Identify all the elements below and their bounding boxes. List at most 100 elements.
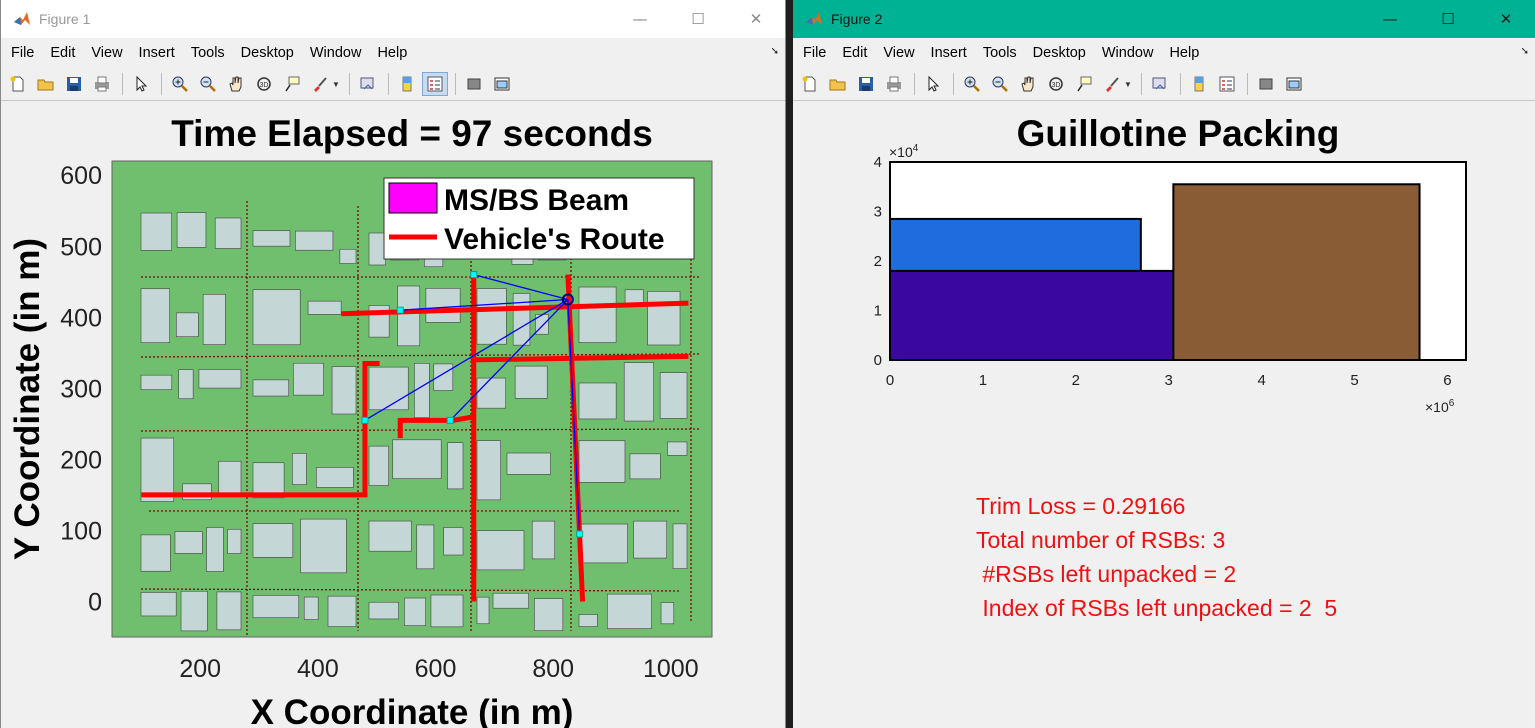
print-icon[interactable]: [89, 72, 115, 96]
building: [623, 362, 654, 422]
rotate-3d-icon[interactable]: 3D: [1043, 72, 1069, 96]
hide-plot-tools-icon[interactable]: [1253, 72, 1279, 96]
new-figure-icon[interactable]: [5, 72, 31, 96]
colorbar-icon[interactable]: [1186, 72, 1212, 96]
maximize-button[interactable]: ☐: [1419, 0, 1477, 38]
show-plot-tools-icon[interactable]: [489, 72, 515, 96]
y-tick-label: 0: [874, 352, 882, 369]
menu-file[interactable]: File: [1, 45, 42, 61]
building: [476, 377, 507, 409]
zoom-in-icon[interactable]: [167, 72, 193, 96]
close-button[interactable]: ✕: [1477, 0, 1535, 38]
svg-text:3D: 3D: [260, 82, 269, 89]
vehicle-marker: [576, 530, 584, 538]
menu-desktop[interactable]: Desktop: [1025, 45, 1094, 61]
menu-desktop[interactable]: Desktop: [233, 45, 302, 61]
toolbar-separator: [387, 73, 389, 95]
data-cursor-icon[interactable]: [279, 72, 305, 96]
menu-insert[interactable]: Insert: [131, 45, 183, 61]
zoom-in-icon[interactable]: [959, 72, 985, 96]
brush-icon[interactable]: [1099, 72, 1125, 96]
colorbar-icon[interactable]: [394, 72, 420, 96]
figure2-titlebar[interactable]: Figure 2 — ☐ ✕: [793, 0, 1535, 38]
building: [414, 363, 430, 418]
building: [214, 217, 242, 249]
building: [512, 293, 531, 346]
maximize-button[interactable]: ☐: [669, 0, 727, 38]
dock-arrow-icon[interactable]: ➘: [771, 46, 779, 57]
y-tick-label: 400: [60, 304, 102, 332]
x-tick-label: 800: [532, 655, 574, 683]
building: [216, 591, 242, 631]
building: [368, 232, 386, 266]
new-figure-icon[interactable]: [797, 72, 823, 96]
menu-edit[interactable]: Edit: [42, 45, 83, 61]
brush-icon[interactable]: [307, 72, 333, 96]
link-plot-icon[interactable]: [1147, 72, 1173, 96]
building: [672, 523, 688, 569]
save-icon[interactable]: [853, 72, 879, 96]
data-cursor-icon[interactable]: [1071, 72, 1097, 96]
menu-edit[interactable]: Edit: [834, 45, 875, 61]
packed-rectangle: [1172, 183, 1421, 362]
menu-insert[interactable]: Insert: [923, 45, 975, 61]
figure2-window: Figure 2 — ☐ ✕ File Edit View Insert Too…: [793, 0, 1535, 728]
dock-arrow-icon[interactable]: ➘: [1521, 46, 1529, 57]
legend-icon[interactable]: [421, 72, 448, 96]
menu-view[interactable]: View: [83, 45, 130, 61]
x-tick-label: 6: [1443, 372, 1451, 389]
building: [293, 362, 324, 396]
close-button[interactable]: ✕: [727, 0, 785, 38]
brush-dropdown-icon[interactable]: ▼: [1124, 80, 1132, 89]
map-legend[interactable]: MS/BS Beam Vehicle's Route: [383, 177, 695, 260]
save-icon[interactable]: [61, 72, 87, 96]
minimize-button[interactable]: —: [611, 0, 669, 38]
map-title: Time Elapsed = 97 seconds: [171, 113, 653, 154]
building: [629, 453, 661, 480]
rotate-3d-icon[interactable]: 3D: [251, 72, 277, 96]
show-plot-tools-icon[interactable]: [1281, 72, 1307, 96]
menu-help[interactable]: Help: [369, 45, 415, 61]
hide-plot-tools-icon[interactable]: [461, 72, 487, 96]
zoom-out-icon[interactable]: [195, 72, 221, 96]
link-plot-icon[interactable]: [355, 72, 381, 96]
menu-window[interactable]: Window: [1094, 45, 1162, 61]
matlab-logo-icon: [14, 12, 30, 25]
building: [140, 288, 170, 343]
building: [140, 374, 173, 390]
x-tick-label: 1000: [643, 655, 699, 683]
building: [476, 596, 490, 625]
building: [368, 601, 399, 620]
menu-view[interactable]: View: [875, 45, 922, 61]
menu-file[interactable]: File: [793, 45, 834, 61]
figure1-title: Figure 1: [39, 11, 91, 27]
y-tick-label: 600: [60, 162, 102, 190]
legend-beam-label: MS/BS Beam: [444, 184, 629, 217]
minimize-button[interactable]: —: [1361, 0, 1419, 38]
pointer-icon[interactable]: [128, 72, 154, 96]
pan-hand-icon[interactable]: [223, 72, 249, 96]
vehicle-route: [470, 353, 689, 363]
print-icon[interactable]: [881, 72, 907, 96]
menu-tools[interactable]: Tools: [183, 45, 233, 61]
figure1-window: Figure 1 — ☐ ✕ File Edit View Insert Too…: [0, 0, 786, 728]
brush-dropdown-icon[interactable]: ▼: [332, 80, 340, 89]
menu-tools[interactable]: Tools: [975, 45, 1025, 61]
building: [492, 592, 529, 609]
building: [667, 441, 688, 456]
menu-help[interactable]: Help: [1161, 45, 1207, 61]
pan-hand-icon[interactable]: [1015, 72, 1041, 96]
open-file-icon[interactable]: [33, 72, 59, 96]
legend-icon[interactable]: [1214, 72, 1240, 96]
map-plot[interactable]: Time Elapsed = 97 seconds 600 500 400 300 20…: [1, 101, 785, 728]
pointer-icon[interactable]: [920, 72, 946, 96]
zoom-out-icon[interactable]: [987, 72, 1013, 96]
figure1-titlebar[interactable]: Figure 1 — ☐ ✕: [1, 0, 785, 38]
packing-plot[interactable]: Guillotine Packing 4 3 2 1 0 0 1 2 3 4 5 6 ×104 ×1…: [793, 101, 1535, 728]
open-file-icon[interactable]: [825, 72, 851, 96]
menu-window[interactable]: Window: [302, 45, 370, 61]
building: [252, 230, 291, 247]
building: [397, 285, 421, 347]
building: [180, 590, 208, 632]
y-tick-label: 200: [60, 446, 102, 474]
